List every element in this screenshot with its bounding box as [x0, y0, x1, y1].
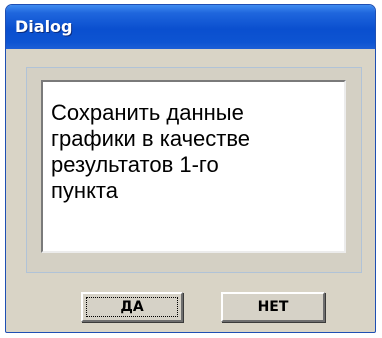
- window-title: Dialog: [15, 17, 73, 36]
- message-text: Сохранить данные графики в качестве резу…: [51, 100, 251, 203]
- message-group-frame: Сохранить данные графики в качестве резу…: [26, 67, 362, 273]
- dialog-client-area: Сохранить данные графики в качестве резу…: [11, 49, 370, 327]
- message-box: Сохранить данные графики в качестве резу…: [41, 80, 346, 253]
- no-button[interactable]: НЕТ: [221, 292, 325, 322]
- yes-button[interactable]: ДА: [81, 292, 183, 322]
- focus-rectangle: [86, 297, 178, 317]
- no-button-label: НЕТ: [257, 299, 289, 315]
- title-bar[interactable]: Dialog: [6, 5, 375, 49]
- dialog-window: Dialog Сохранить данные графики в качест…: [5, 4, 376, 333]
